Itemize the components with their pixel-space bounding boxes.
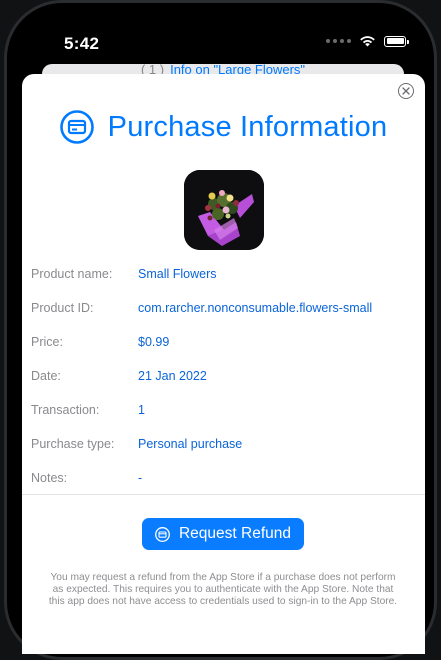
detail-row-product-name: Product name: Small Flowers — [31, 257, 411, 291]
close-icon — [402, 87, 410, 95]
credit-card-icon — [155, 526, 170, 542]
detail-value: 21 Jan 2022 — [138, 369, 207, 383]
status-time: 5:42 — [64, 34, 100, 53]
wifi-icon — [360, 36, 375, 47]
purchase-info-sheet: Purchase Information Product name: Small… — [22, 74, 425, 654]
detail-row-purchase-type: Purchase type: Personal purchase — [31, 427, 411, 461]
detail-row-transaction: Transaction: 1 — [31, 393, 411, 427]
detail-label: Notes: — [31, 471, 68, 485]
flowers-product-image — [184, 170, 264, 250]
product-image — [184, 170, 264, 250]
detail-value: - — [138, 471, 143, 485]
status-bar: 5:42 — [0, 0, 441, 70]
detail-label: Date: — [31, 369, 61, 383]
detail-row-price: Price: $0.99 — [31, 325, 411, 359]
detail-value: Personal purchase — [138, 437, 243, 451]
credit-card-icon — [59, 110, 94, 144]
close-button[interactable] — [398, 83, 414, 99]
detail-label: Purchase type: — [31, 437, 115, 451]
detail-value: Small Flowers — [138, 267, 217, 281]
page-title: Purchase Information — [107, 110, 388, 143]
status-icons — [326, 35, 409, 47]
request-refund-button[interactable]: Request Refund — [142, 518, 304, 550]
detail-label: Product name: — [31, 267, 113, 281]
divider — [22, 494, 425, 495]
detail-value: 1 — [138, 403, 145, 417]
detail-label: Price: — [31, 335, 63, 349]
detail-row-date: Date: 21 Jan 2022 — [31, 359, 411, 393]
detail-row-notes: Notes: - — [31, 461, 411, 495]
request-refund-label: Request Refund — [178, 525, 292, 542]
detail-value: $0.99 — [138, 335, 170, 349]
detail-row-product-id: Product ID: com.rarcher.nonconsumable.fl… — [31, 291, 411, 325]
title-row: Purchase Information — [22, 110, 425, 144]
purchase-details: Product name: Small Flowers Product ID: … — [31, 257, 411, 495]
cellular-signal-icon — [326, 39, 351, 43]
refund-footnote: You may request a refund from the App St… — [48, 572, 398, 607]
detail-label: Product ID: — [31, 301, 94, 315]
detail-label: Transaction: — [31, 403, 100, 417]
battery-icon — [384, 35, 409, 47]
detail-value: com.rarcher.nonconsumable.flowers-small — [138, 301, 373, 315]
